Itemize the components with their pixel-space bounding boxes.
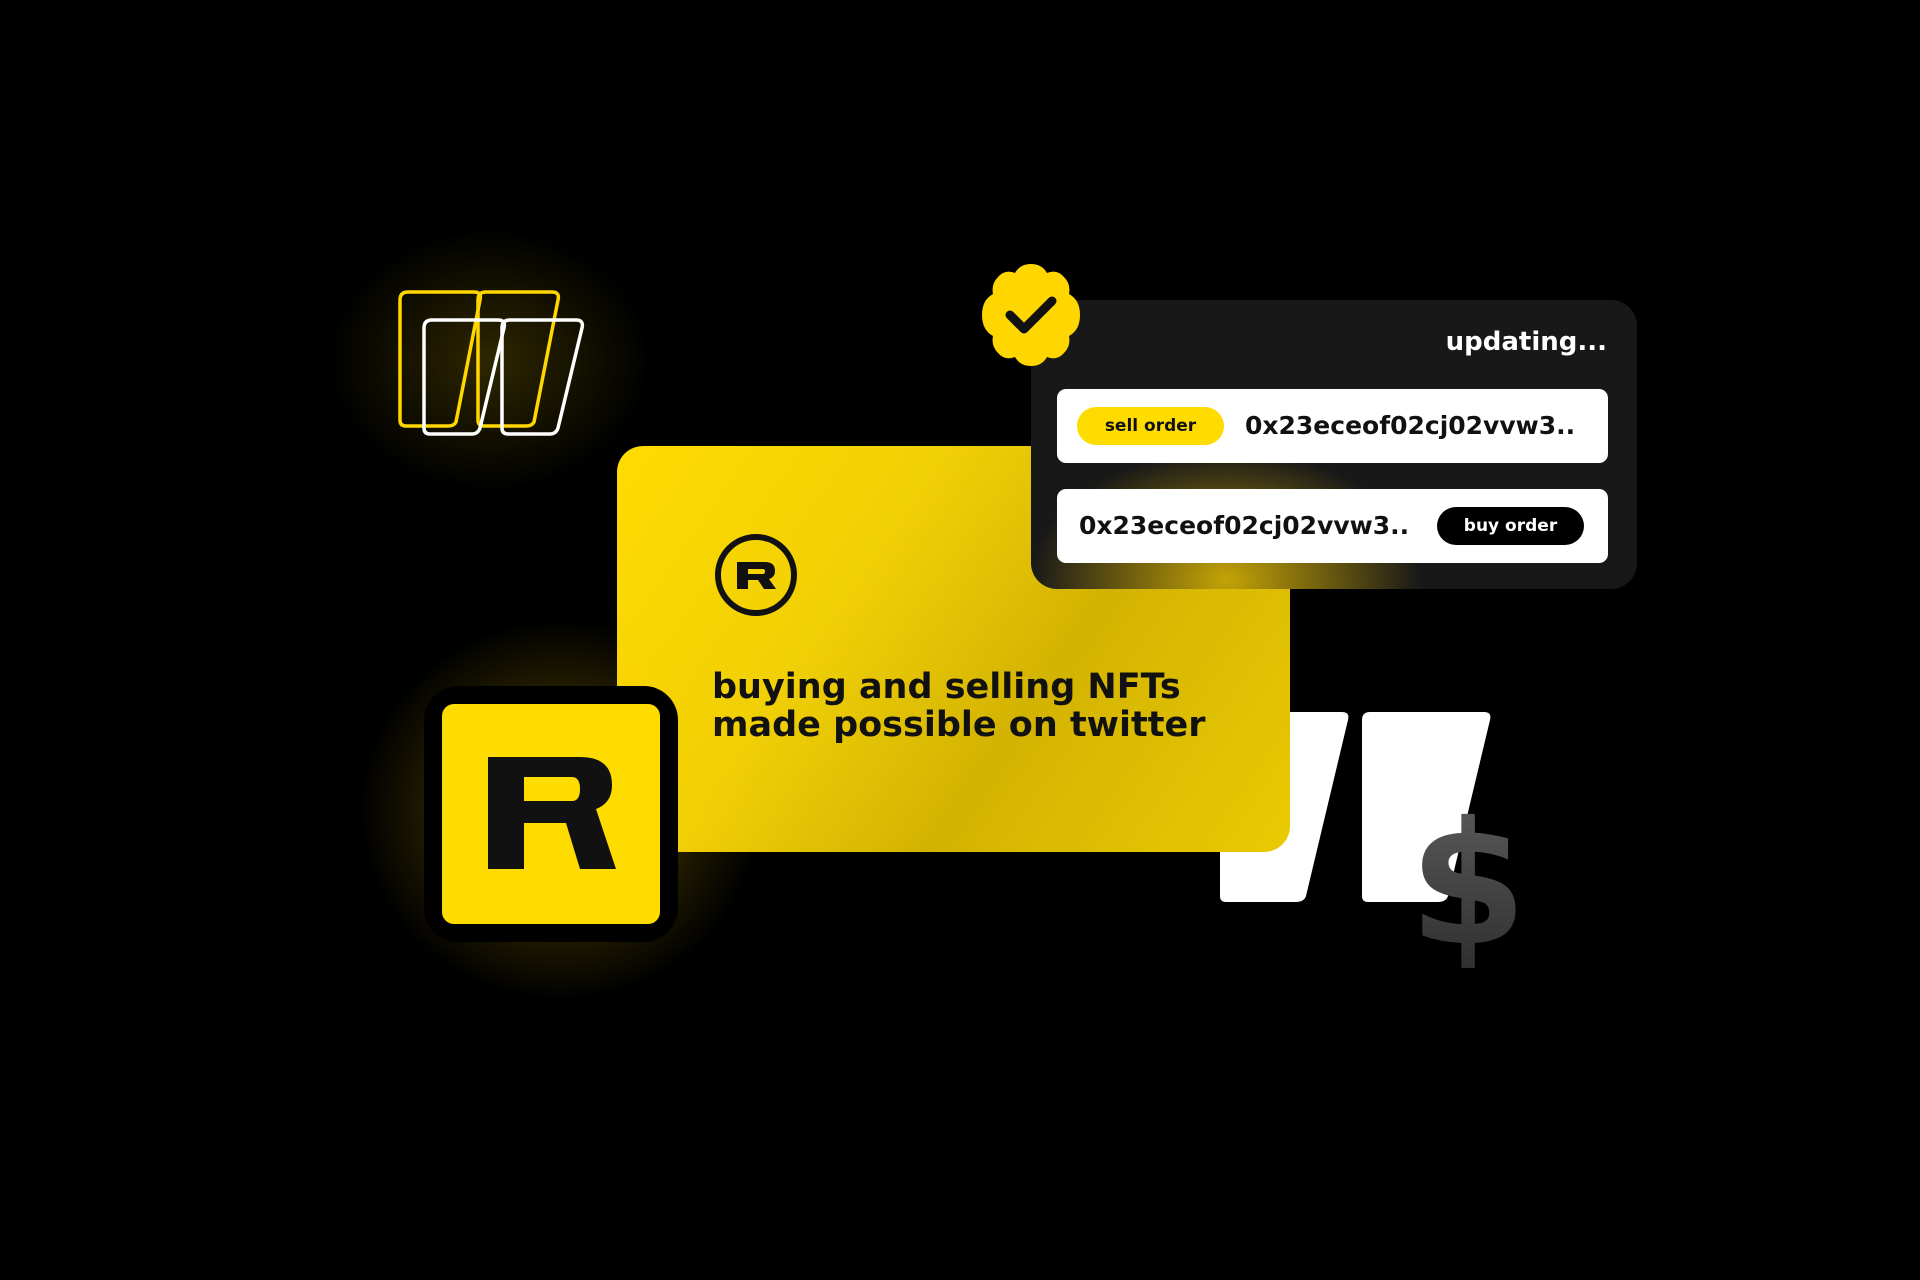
- headline: buying and selling NFTs made possible on…: [712, 668, 1272, 744]
- rarible-r-circle-icon: [715, 534, 797, 616]
- order-row-sell[interactable]: sell order 0x23eceof02cj02vvw3..: [1057, 389, 1608, 463]
- order-panel: updating... sell order 0x23eceof02cj02vv…: [1031, 300, 1637, 589]
- promo-canvas: buying and selling NFTs made possible on…: [0, 0, 1920, 1280]
- dollar-sign-icon: $: [1408, 786, 1528, 984]
- sell-order-badge[interactable]: sell order: [1077, 407, 1224, 445]
- order-hash: 0x23eceof02cj02vvw3..: [1245, 411, 1576, 440]
- app-icon-face: [442, 704, 660, 924]
- order-row-buy[interactable]: 0x23eceof02cj02vvw3.. buy order: [1057, 489, 1608, 563]
- headline-line: made possible on twitter: [712, 705, 1206, 745]
- headline-line: buying and selling NFTs: [712, 667, 1181, 707]
- quote-outline-icon: [398, 290, 585, 436]
- status-text: updating...: [1445, 327, 1607, 357]
- buy-order-badge[interactable]: buy order: [1437, 507, 1584, 545]
- r-letter-icon: [488, 757, 616, 869]
- rarible-r-app-icon: [424, 686, 678, 942]
- verified-check-icon: [982, 264, 1080, 366]
- order-hash: 0x23eceof02cj02vvw3..: [1079, 511, 1410, 540]
